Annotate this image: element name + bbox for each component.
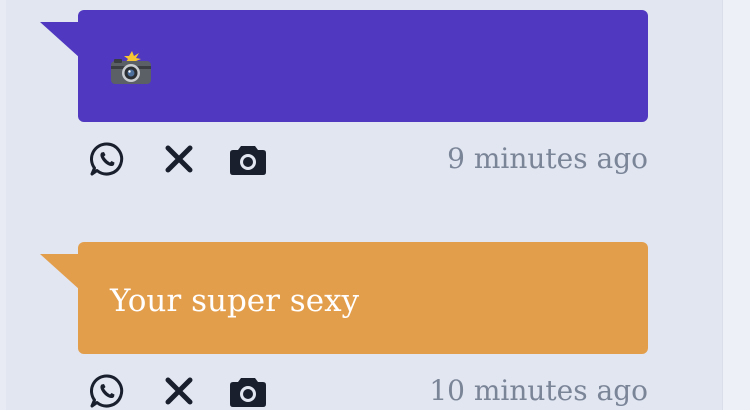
message-actions: 9 minutes ago bbox=[88, 140, 648, 180]
message-bubble: Your super sexy bbox=[78, 242, 648, 354]
close-icon bbox=[165, 377, 193, 405]
whatsapp-button[interactable] bbox=[88, 140, 126, 178]
camera-button[interactable] bbox=[229, 140, 267, 178]
camera-icon bbox=[230, 378, 266, 407]
message-bubble bbox=[78, 10, 648, 122]
camera-button[interactable] bbox=[229, 372, 267, 410]
camera-icon bbox=[230, 146, 266, 175]
left-divider bbox=[0, 0, 6, 410]
close-icon bbox=[165, 145, 193, 173]
whatsapp-button[interactable] bbox=[88, 372, 126, 410]
bubble-tail bbox=[40, 254, 80, 290]
dismiss-button[interactable] bbox=[160, 372, 198, 410]
camera-with-flash-emoji-icon bbox=[110, 50, 152, 85]
dismiss-button[interactable] bbox=[160, 140, 198, 178]
message-text: Your super sexy bbox=[110, 283, 360, 319]
whatsapp-icon bbox=[90, 142, 124, 176]
message-timestamp: 9 minutes ago bbox=[447, 142, 648, 175]
right-divider bbox=[722, 0, 750, 410]
bubble-tail bbox=[40, 22, 80, 58]
whatsapp-icon bbox=[90, 374, 124, 408]
message-timestamp: 10 minutes ago bbox=[429, 374, 648, 407]
message-actions: 10 minutes ago bbox=[88, 372, 648, 410]
